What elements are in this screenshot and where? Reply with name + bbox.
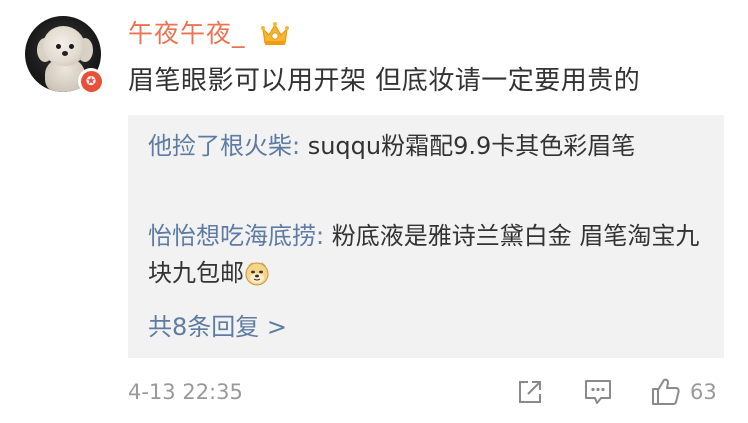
reply-separator: : bbox=[316, 222, 332, 250]
comment-body: 眉笔眼影可以用开架 但底妆请一定要用贵的 bbox=[128, 66, 641, 96]
comment-button[interactable] bbox=[583, 374, 613, 410]
replies-panel: 他捡了根火柴: suqqu粉霜配9.9卡其色彩眉笔 怡怡想吃海底捞: 粉底液是雅… bbox=[128, 115, 724, 358]
comment-icon bbox=[583, 377, 613, 407]
verified-badge-icon: ✪ bbox=[78, 68, 104, 94]
reply-text: suqqu粉霜配9.9卡其色彩眉笔 bbox=[307, 132, 636, 160]
reply-author-link[interactable]: 怡怡想吃海底捞 bbox=[148, 222, 316, 250]
share-icon bbox=[516, 378, 544, 406]
like-button[interactable]: 63 bbox=[650, 374, 717, 410]
reply-item[interactable]: 怡怡想吃海底捞: 粉底液是雅诗兰黛白金 眉笔淘宝九块九包邮 bbox=[148, 218, 708, 292]
username-link[interactable]: 午夜午夜_ bbox=[128, 16, 246, 52]
reply-author-link[interactable]: 他捡了根火柴 bbox=[148, 132, 292, 160]
share-button[interactable] bbox=[516, 374, 544, 410]
view-more-replies-link[interactable]: 共8条回复 > bbox=[148, 309, 287, 345]
comment-timestamp: 4-13 22:35 bbox=[128, 380, 243, 404]
reply-item[interactable]: 他捡了根火柴: suqqu粉霜配9.9卡其色彩眉笔 bbox=[148, 128, 708, 165]
doge-emoji-icon bbox=[244, 260, 270, 286]
thumbs-up-icon bbox=[650, 376, 682, 408]
comment-card: ✪ 午夜午夜_ 眉笔眼影可以用开架 但底妆请一定要用贵的 他捡了根火柴: suq… bbox=[0, 0, 748, 423]
reply-separator: : bbox=[292, 132, 308, 160]
crown-icon bbox=[260, 20, 290, 48]
like-count: 63 bbox=[690, 380, 717, 404]
